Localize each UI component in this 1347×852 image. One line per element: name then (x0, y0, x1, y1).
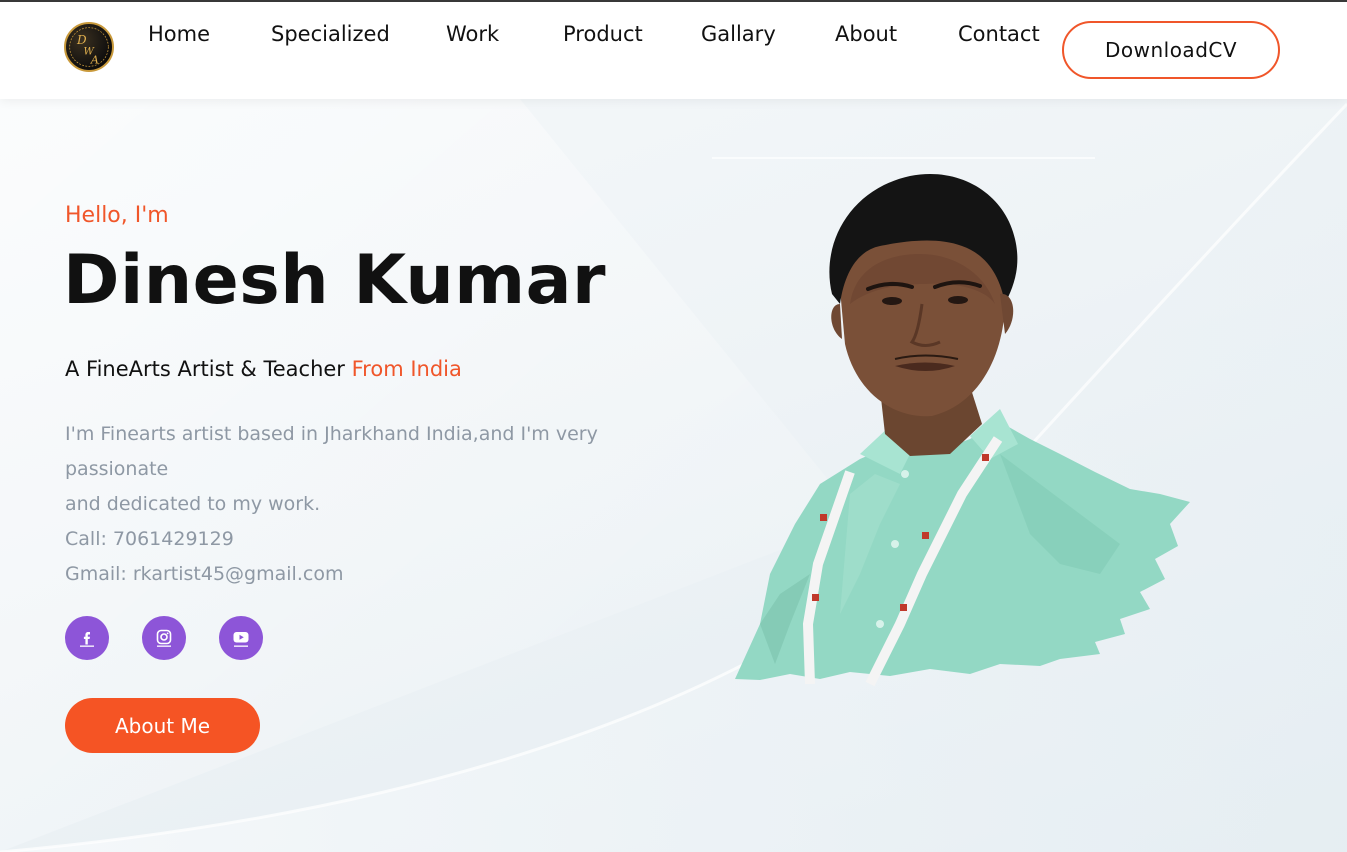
site-header: D W A Home Specialized Work Product Gall… (0, 2, 1347, 99)
facebook-icon (80, 632, 94, 647)
svg-text:A: A (90, 54, 99, 67)
bio-line: passionate (65, 458, 169, 480)
about-me-button[interactable]: About Me (65, 698, 260, 753)
nav-home[interactable]: Home (148, 22, 210, 46)
nav-about[interactable]: About (835, 22, 897, 46)
bio-line: and dedicated to my work. (65, 493, 321, 515)
portrait-illustration (735, 173, 1190, 687)
download-cv-button[interactable]: DownloadCV (1062, 21, 1280, 79)
instagram-icon (156, 629, 172, 647)
portrait-image (700, 154, 1200, 699)
nav-gallary[interactable]: Gallary (701, 22, 776, 46)
tagline-main: A FineArts Artist & Teacher (65, 357, 345, 381)
instagram-link[interactable] (142, 616, 186, 660)
hero-tagline: A FineArts Artist & Teacher From India (65, 357, 462, 381)
bio-line: I'm Finearts artist based in Jharkhand I… (65, 423, 598, 445)
hero-section: Hello, I'm Dinesh Kumar A FineArts Artis… (0, 99, 1347, 852)
logo-mark-icon: D W A (69, 27, 109, 67)
facebook-link[interactable] (65, 616, 109, 660)
hero-greeting: Hello, I'm (65, 203, 169, 228)
hero-name: Dinesh Kumar (63, 241, 607, 320)
svg-text:D: D (76, 33, 87, 47)
bio-email: Gmail: rkartist45@gmail.com (65, 563, 344, 585)
nav-work[interactable]: Work (446, 22, 499, 46)
nav-specialized[interactable]: Specialized (271, 22, 390, 46)
logo[interactable]: D W A (64, 22, 114, 72)
tagline-accent: From India (351, 357, 462, 381)
youtube-link[interactable] (219, 616, 263, 660)
bio-phone: Call: 7061429129 (65, 528, 234, 550)
hero-bio: I'm Finearts artist based in Jharkhand I… (65, 417, 605, 592)
nav-product[interactable]: Product (563, 22, 643, 46)
youtube-icon (233, 632, 249, 647)
nav-contact[interactable]: Contact (958, 22, 1040, 46)
